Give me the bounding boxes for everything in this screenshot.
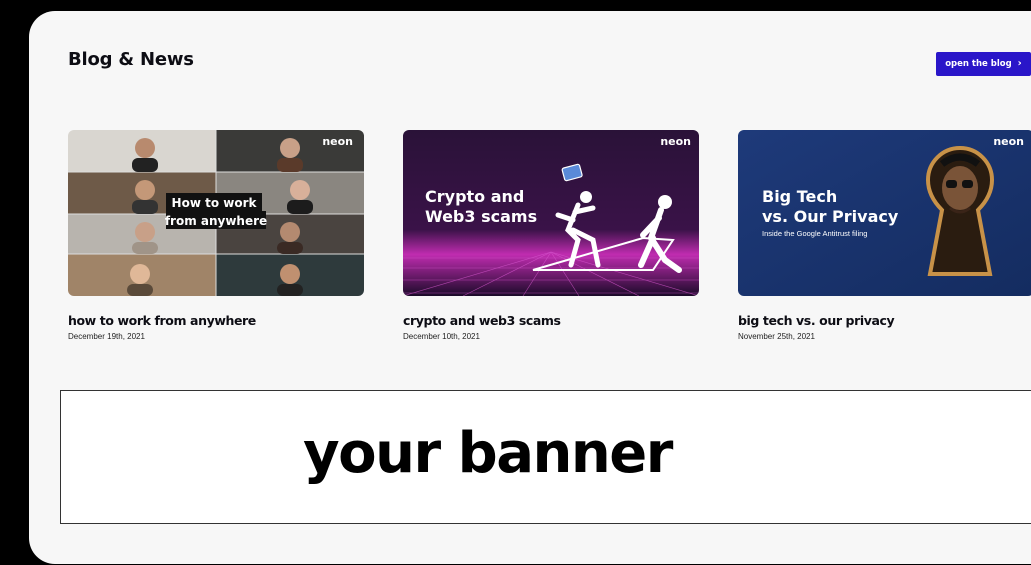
- open-blog-button[interactable]: open the blog ›: [936, 52, 1031, 76]
- blog-card-crypto-scams[interactable]: Crypto and Web3 scams neon crypto and we…: [403, 130, 699, 341]
- blog-card-big-tech-privacy[interactable]: Big Tech vs. Our Privacy Inside the Goog…: [738, 130, 1031, 341]
- thumb-headline: Crypto and: [425, 187, 524, 206]
- post-title[interactable]: how to work from anywhere: [68, 313, 364, 328]
- keyhole-privacy-illustration: Big Tech vs. Our Privacy Inside the Goog…: [738, 130, 1031, 296]
- banner-placeholder[interactable]: your banner: [60, 390, 1031, 524]
- post-date: December 10th, 2021: [403, 332, 480, 341]
- neon-logo: neon: [322, 135, 353, 148]
- post-date: December 19th, 2021: [68, 332, 145, 341]
- thumb-headline: Web3 scams: [425, 207, 537, 226]
- thumb-headline: from anywhere: [165, 214, 267, 228]
- post-date: November 25th, 2021: [738, 332, 815, 341]
- banner-text: your banner: [303, 420, 673, 486]
- post-thumbnail[interactable]: Crypto and Web3 scams neon: [403, 130, 699, 296]
- thumb-headline: Big Tech: [762, 187, 837, 206]
- thumb-subline: Inside the Google Antitrust filing: [762, 229, 867, 238]
- video-call-grid-image: How to work from anywhere neon: [68, 130, 364, 296]
- neon-logo: neon: [993, 135, 1024, 148]
- crypto-scam-illustration: Crypto and Web3 scams neon: [403, 130, 699, 296]
- open-blog-label: open the blog: [945, 59, 1012, 69]
- blog-card-work-from-anywhere[interactable]: How to work from anywhere neon how to wo…: [68, 130, 364, 341]
- post-title[interactable]: crypto and web3 scams: [403, 313, 699, 328]
- post-title[interactable]: big tech vs. our privacy: [738, 313, 1031, 328]
- thumb-headline: vs. Our Privacy: [762, 207, 899, 226]
- section-title: Blog & News: [68, 49, 194, 70]
- thumb-headline: How to work: [172, 196, 258, 210]
- neon-logo: neon: [660, 135, 691, 148]
- post-thumbnail[interactable]: How to work from anywhere neon: [68, 130, 364, 296]
- post-thumbnail[interactable]: Big Tech vs. Our Privacy Inside the Goog…: [738, 130, 1031, 296]
- chevron-right-icon: ›: [1017, 58, 1022, 69]
